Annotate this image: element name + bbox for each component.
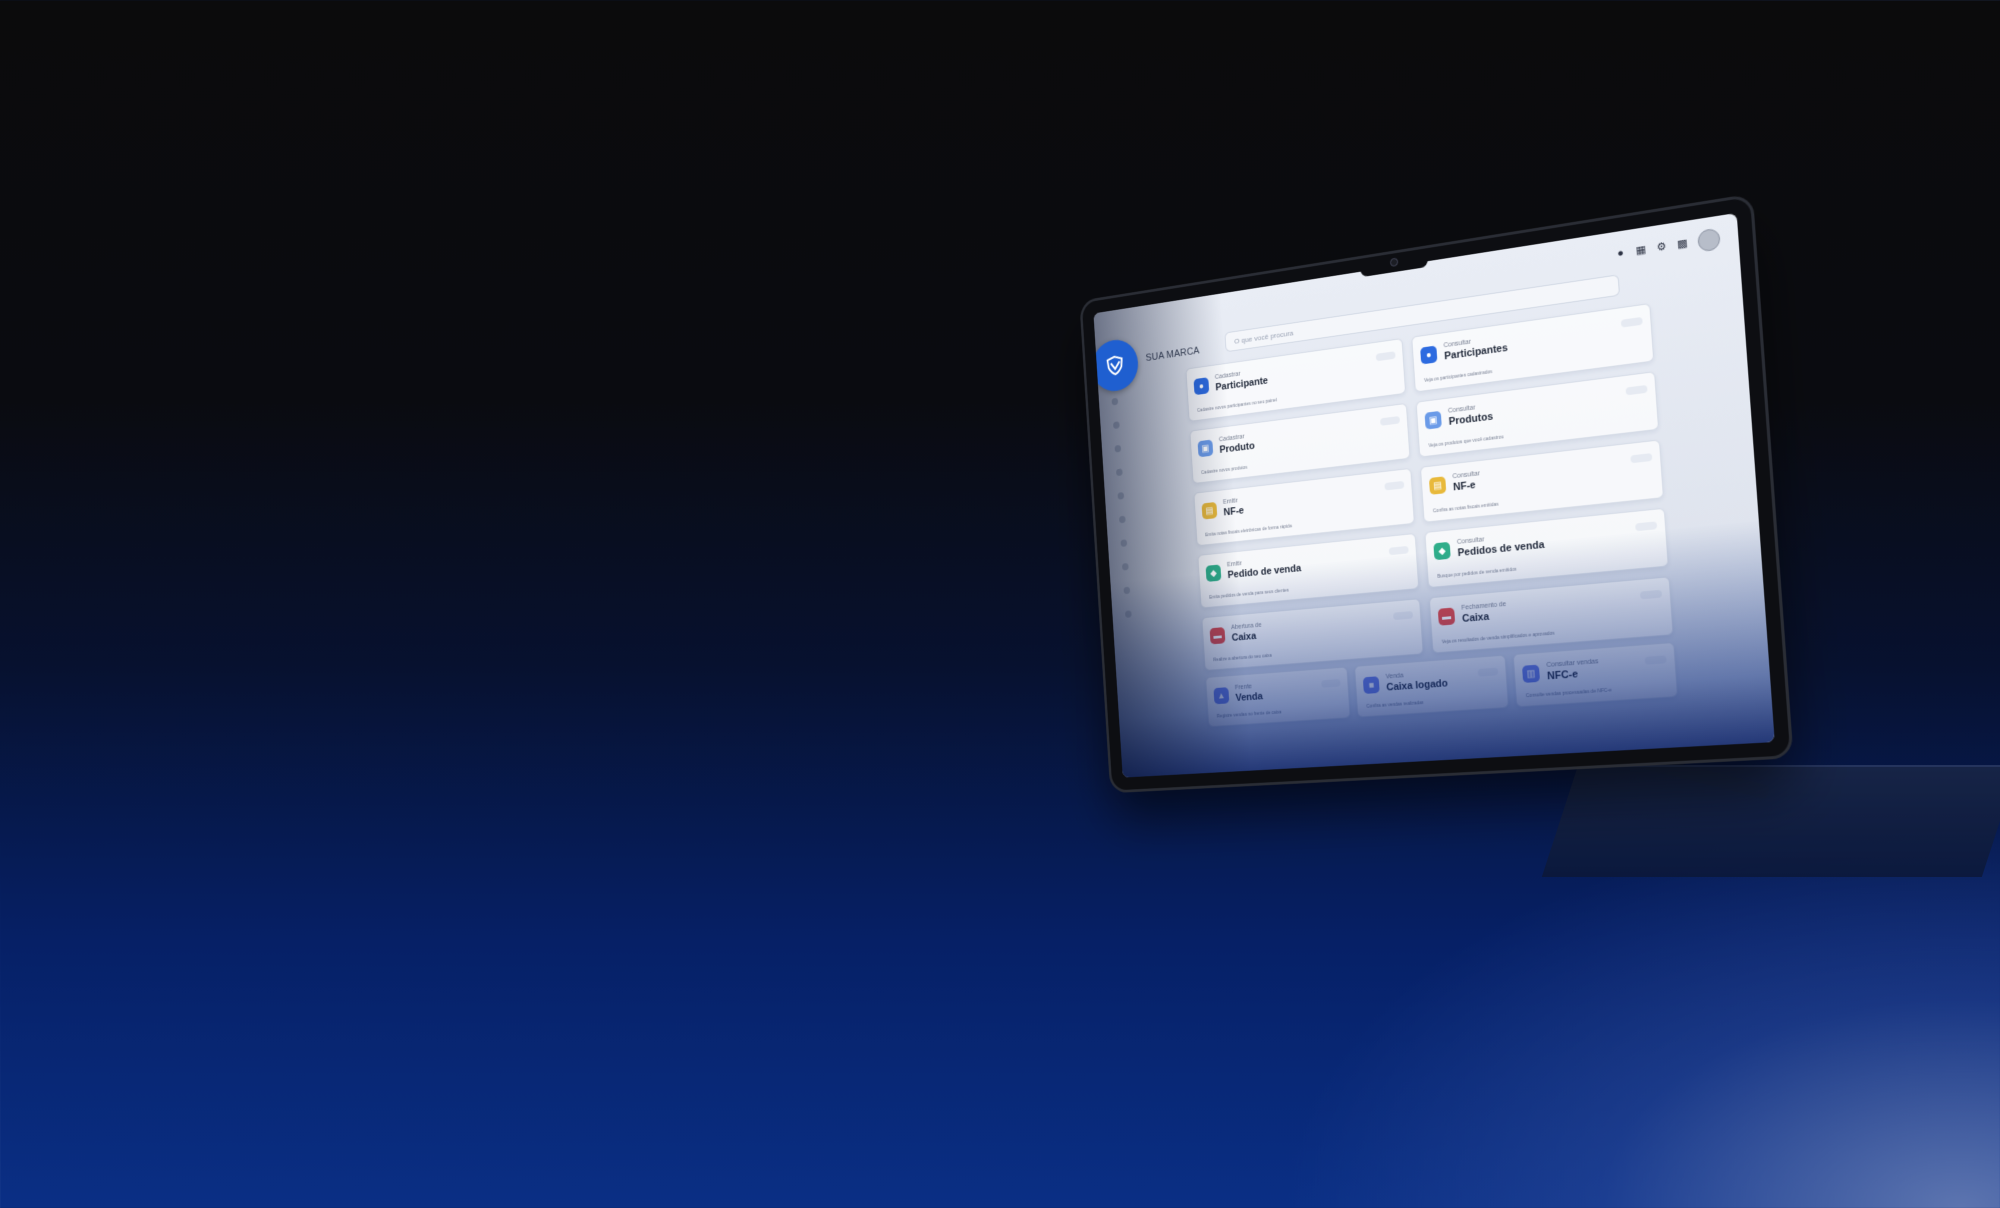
sidebar-item-nav-dot-8[interactable] [1121,562,1129,571]
sidebar-item-nav-dot-1[interactable] [1111,397,1119,406]
camera-icon [1389,257,1399,268]
sidebar-item-nav-dot-10[interactable] [1124,610,1132,618]
box-icon: ▣ [1197,439,1214,458]
card-action-pill[interactable] [1630,453,1653,464]
card-action-pill[interactable] [1635,521,1658,532]
card-action-pill[interactable] [1393,611,1414,621]
laptop-stage: ● ▦ ⚙ ▩ SUA MARCA O que você procura ● C… [1020,195,1791,795]
sidebar-item-nav-dot-5[interactable] [1117,492,1125,500]
card-description: Cadastre novos produtos [1201,464,1248,476]
tag-icon: ◆ [1205,564,1222,582]
user-icon: ● [1193,377,1210,396]
bell-icon[interactable]: ● [1615,247,1626,260]
card-action-pill[interactable] [1625,384,1648,396]
product-scene: ● ▦ ⚙ ▩ SUA MARCA O que você procura ● C… [0,0,2000,1208]
shortcut-card[interactable]: ▥ Consultar vendas NFC-e Consulte vendas pr… [1512,641,1679,708]
sidebar-item-nav-dot-2[interactable] [1112,421,1120,430]
calendar-icon[interactable]: ▦ [1635,243,1647,256]
sidebar-item-nav-dot-7[interactable] [1120,539,1128,547]
card-action-pill[interactable] [1321,679,1341,688]
apps-grid-icon[interactable]: ▩ [1677,237,1689,250]
card-action-pill[interactable] [1620,316,1643,328]
tag-icon: ◆ [1433,541,1451,561]
card-description: Consulte vendas processadas de NFC-e [1525,687,1612,700]
card-kicker: Emitir [1226,560,1243,569]
card-action-pill[interactable] [1375,351,1396,362]
card-kicker: Consultar [1452,470,1481,481]
user-icon: ● [1420,345,1438,365]
shortcut-card[interactable]: ▲ Frente Venda Registre vendas no frente de… [1205,666,1351,728]
sidebar-item-nav-dot-6[interactable] [1118,515,1126,524]
shortcut-card[interactable]: ▬ Abertura de Caixa Realize a abertura do s… [1201,598,1424,671]
card-title: Caixa [1461,611,1490,625]
card-description: Busque por pedidos de venda emitidos [1437,566,1517,580]
cash-icon: ▬ [1209,627,1226,645]
sidebar-nav [1105,397,1139,635]
card-title: Venda [1235,691,1264,704]
document-icon: ▤ [1201,501,1218,520]
card-action-pill[interactable] [1388,545,1409,556]
card-title: Produto [1219,440,1255,456]
card-description: Realize a abertura do seu caixa [1213,653,1273,664]
card-title: Caixa logado [1386,677,1449,694]
card-action-pill[interactable] [1477,667,1499,677]
document-icon: ▤ [1428,476,1447,495]
shortcut-card[interactable]: ◆ Consultar Pedidos de venda Busque por ped… [1424,507,1669,589]
card-kicker: Frente [1234,683,1253,692]
card-title: NF-e [1223,505,1245,519]
box-icon: ▣ [1424,410,1442,430]
card-description: Veja os participantes cadastrados [1423,369,1493,384]
card-kicker: Abertura de [1230,622,1262,632]
sidebar-item-nav-dot-9[interactable] [1123,586,1131,595]
card-description: Emita notas fiscais eletrônicas de forma… [1205,523,1292,539]
card-description: Emita pedidos de venda para seus cliente… [1209,587,1290,601]
app-screen: ● ▦ ⚙ ▩ SUA MARCA O que você procura ● C… [1093,212,1775,778]
card-kicker: Fechamento de [1461,601,1507,612]
sidebar-item-nav-dot-3[interactable] [1114,444,1122,453]
shield-icon [1104,353,1126,379]
card-title: Caixa [1231,630,1257,644]
shortcut-card[interactable]: ◆ Emitir Pedido de venda Emita pedidos de v… [1197,532,1420,609]
card-kicker: Venda [1385,672,1404,681]
card-description: Confira as notas fiscais emitidas [1432,501,1499,515]
card-action-pill[interactable] [1644,655,1667,665]
shortcut-card[interactable]: ■ Venda Caixa logado Confira as vendas real… [1354,654,1509,718]
card-kicker: Consultar vendas [1546,658,1599,669]
topbar-actions: ● ▦ ⚙ ▩ [1614,227,1721,265]
card-action-pill[interactable] [1639,589,1663,600]
card-title: NFC-e [1546,668,1579,683]
card-action-pill[interactable] [1384,480,1405,491]
card-kicker: Emitir [1222,497,1239,506]
laptop-screen-frame: ● ▦ ⚙ ▩ SUA MARCA O que você procura ● C… [1081,196,1791,791]
cash-icon: ▬ [1437,607,1456,626]
shortcut-card[interactable]: ▬ Fechamento de Caixa Veja os resultados de… [1428,576,1674,654]
card-action-pill[interactable] [1380,415,1400,426]
card-description: Veja os produtos que você cadastrou [1428,434,1504,449]
brand-name: SUA MARCA [1145,345,1200,364]
card-description: Registre vendas no frente de caixa [1216,709,1282,720]
card-description: Confira as vendas realizadas [1366,700,1424,710]
card-description: Cadastre novos participantes no seu pain… [1197,397,1278,414]
sidebar-item-nav-dot-4[interactable] [1115,468,1123,477]
avatar[interactable] [1697,227,1721,253]
cart-icon: ▲ [1213,687,1230,705]
shortcut-grid: ● Cadastrar Participante Cadastre novos par… [1185,303,1674,671]
card-description: Veja os resultados de venda simplificado… [1441,630,1555,646]
card-title: NF-e [1452,479,1476,494]
register-icon: ■ [1362,676,1380,694]
receipt-icon: ▥ [1521,664,1541,683]
gear-icon[interactable]: ⚙ [1656,240,1668,253]
